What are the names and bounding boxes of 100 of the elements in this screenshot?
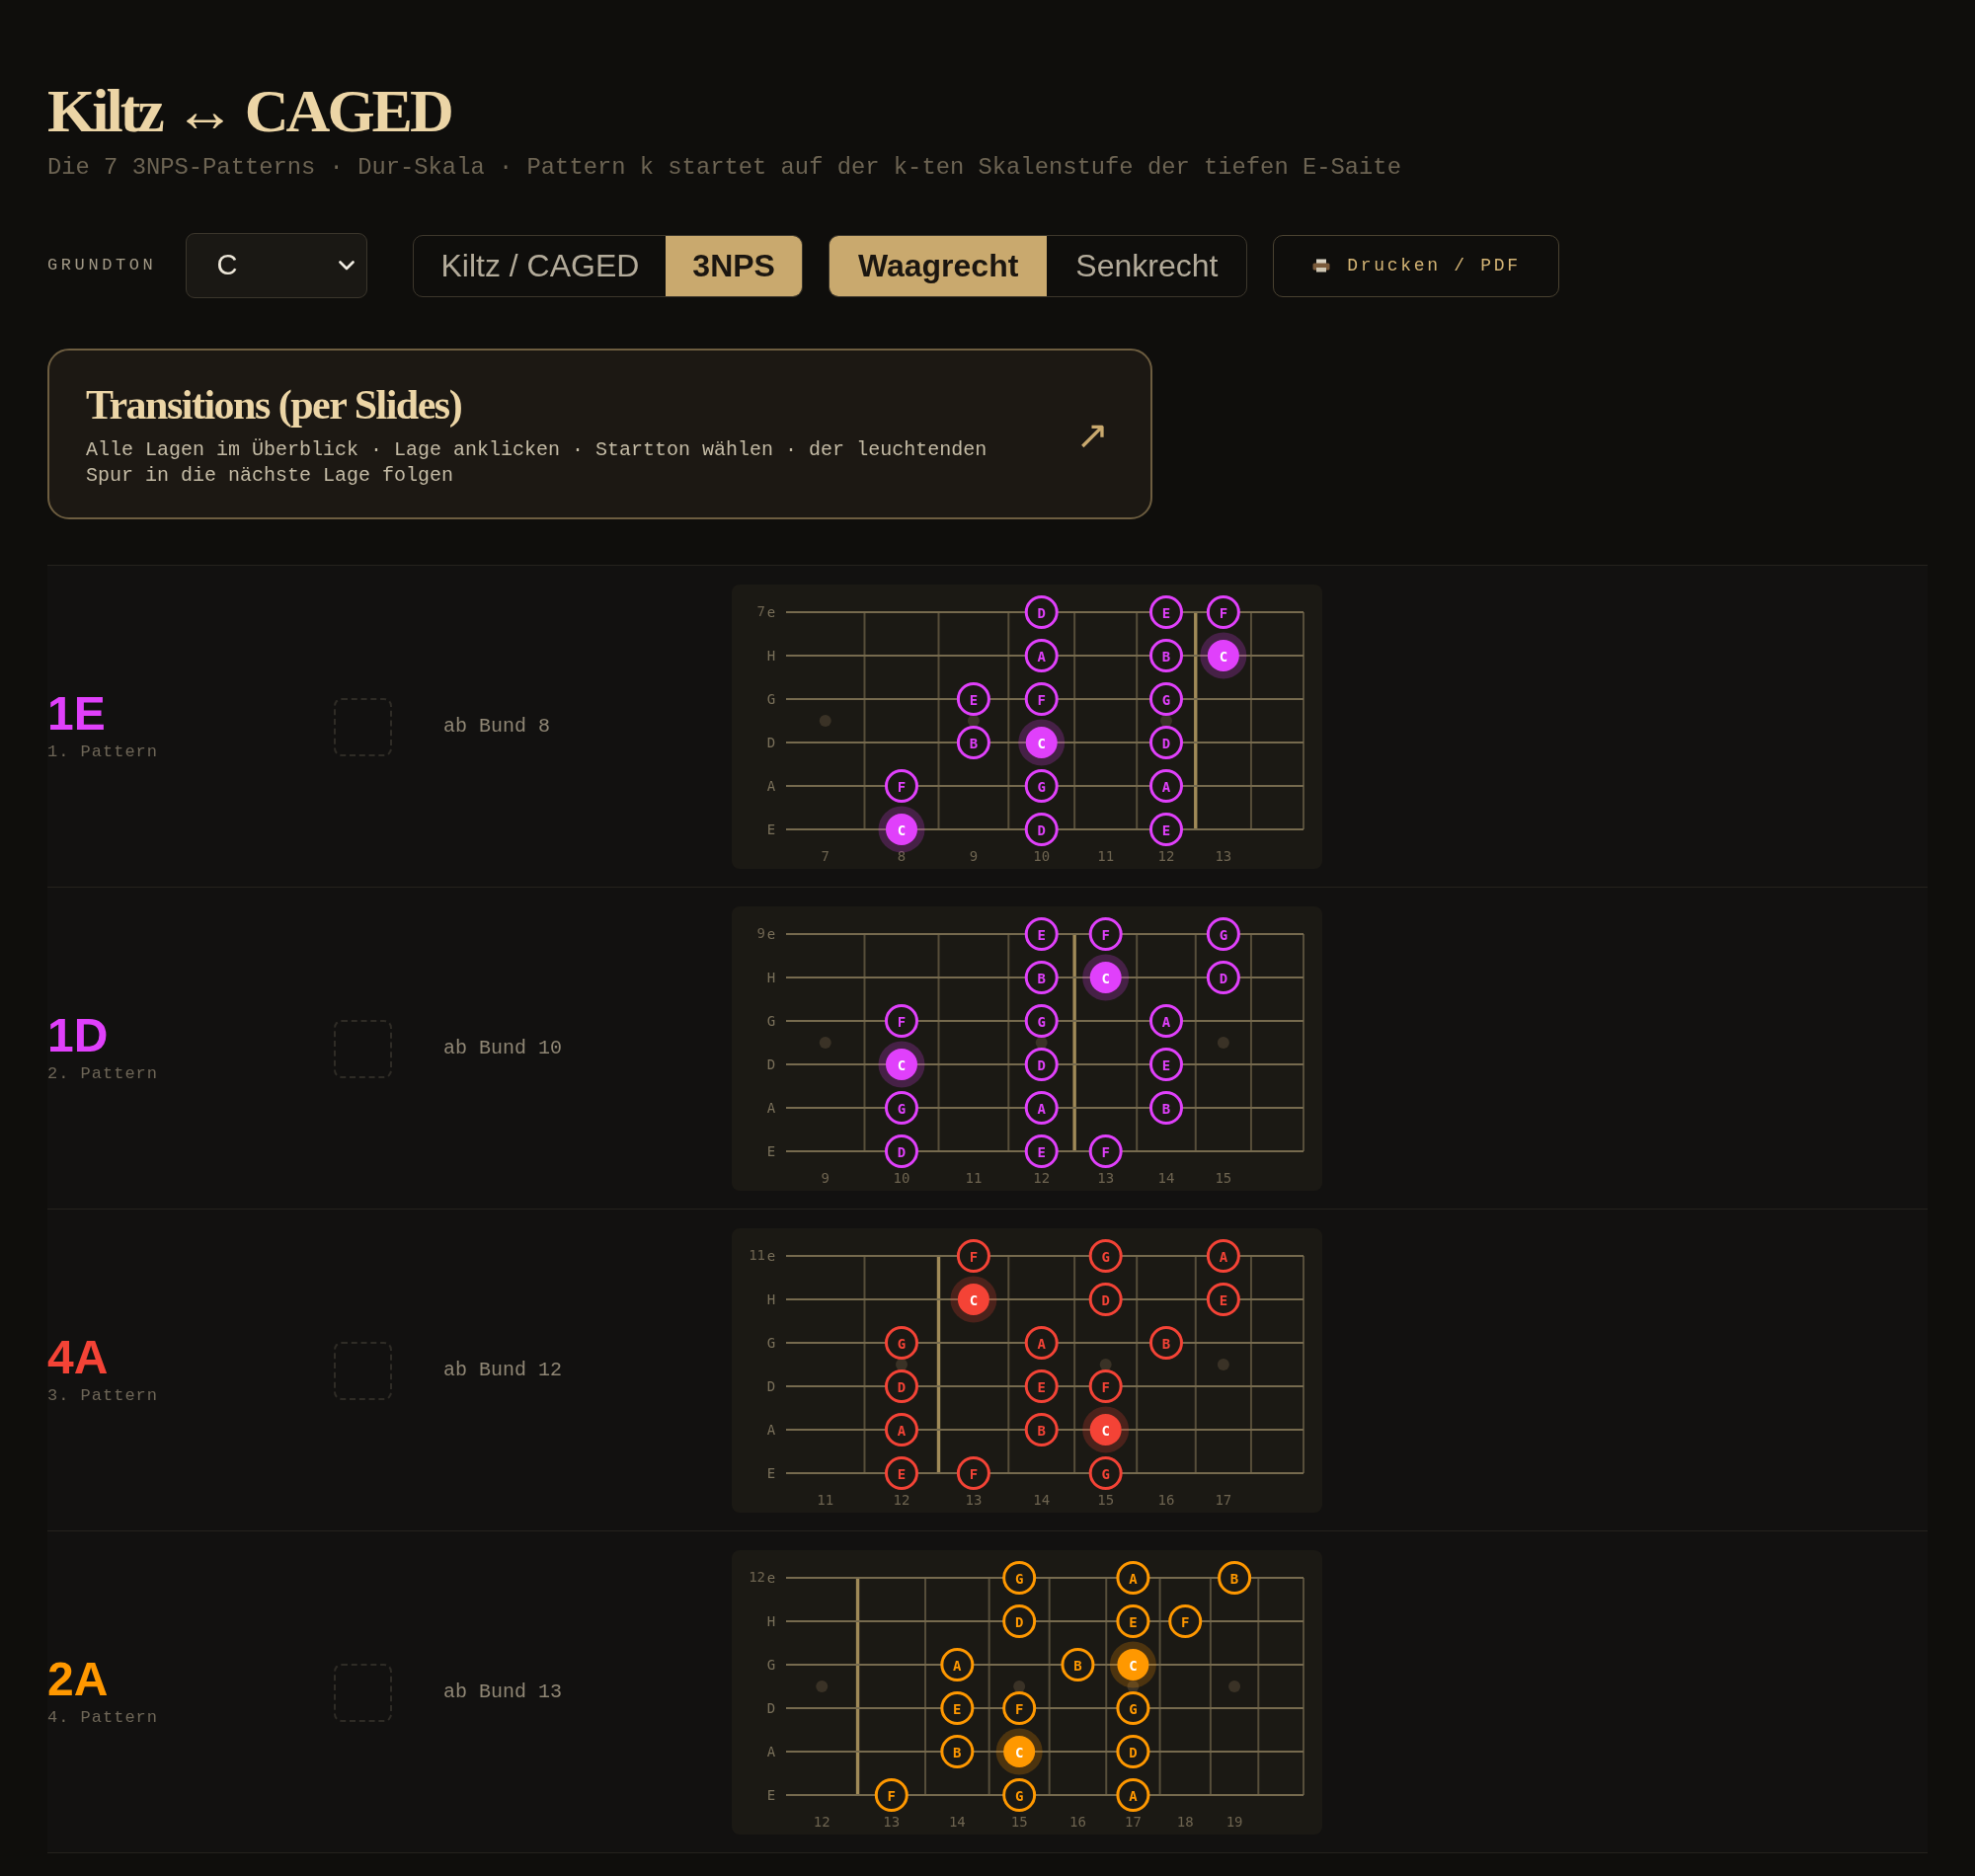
note-marker: A xyxy=(885,1413,918,1446)
empty-slot xyxy=(334,1341,392,1400)
string-label: e xyxy=(766,926,776,942)
note-marker: C xyxy=(878,1041,925,1088)
fret-number: 14 xyxy=(1033,1492,1051,1508)
pattern-number: 2. Pattern xyxy=(47,1063,159,1085)
start-fret-number: 9 xyxy=(756,925,765,941)
string-label: E xyxy=(766,1465,776,1481)
note-marker: E xyxy=(1116,1604,1150,1638)
empty-slot xyxy=(334,1019,392,1078)
note-marker: G xyxy=(885,1326,918,1360)
note-marker: G xyxy=(1088,1456,1123,1490)
fret-number: 10 xyxy=(1033,848,1051,864)
string-label: D xyxy=(766,735,776,750)
string-label: e xyxy=(766,1248,776,1264)
string-label: G xyxy=(766,1335,776,1351)
fret-number: 14 xyxy=(948,1814,966,1830)
note-marker: E xyxy=(1149,1048,1183,1081)
string-label: D xyxy=(766,1378,776,1394)
string-label: H xyxy=(766,1613,776,1629)
fret-number: 13 xyxy=(965,1492,983,1508)
empty-slot xyxy=(334,697,392,756)
note-marker: F xyxy=(1168,1604,1203,1638)
note-marker: F xyxy=(874,1778,908,1812)
fret-number: 13 xyxy=(883,1814,901,1830)
note-marker: F xyxy=(1206,595,1240,629)
toggle-button[interactable]: Kiltz / CAGED xyxy=(414,235,667,296)
page-title: Kiltz ↔ CAGED xyxy=(47,77,451,144)
pattern-name: 2A xyxy=(47,1656,109,1703)
print-button[interactable]: Drucken / PDF xyxy=(1273,234,1560,297)
toggle-button[interactable]: Waagrecht xyxy=(829,235,1048,296)
fret-number: 9 xyxy=(969,848,979,864)
chevron-down-icon xyxy=(339,261,356,271)
note-marker: E xyxy=(956,682,990,716)
fret-number: 13 xyxy=(1215,848,1232,864)
fret-number: 11 xyxy=(817,1492,834,1508)
fret-number: 19 xyxy=(1225,1814,1243,1830)
string-label: G xyxy=(766,691,776,707)
note-marker: A xyxy=(1149,769,1183,803)
note-marker: G xyxy=(1002,1561,1037,1595)
note-marker: D xyxy=(1024,813,1059,846)
note-marker: A xyxy=(1116,1778,1150,1812)
note-marker: C xyxy=(1018,719,1066,766)
note-marker: F xyxy=(1088,1134,1123,1168)
string-label: E xyxy=(766,1787,776,1803)
fret-number: 16 xyxy=(1069,1814,1086,1830)
note-marker: D xyxy=(1024,1048,1059,1081)
note-marker: G xyxy=(1002,1778,1037,1812)
fret-number: 12 xyxy=(893,1492,910,1508)
string-label: H xyxy=(766,1291,776,1307)
start-fret-number: 7 xyxy=(756,603,765,619)
pattern-number: 3. Pattern xyxy=(47,1385,159,1407)
note-marker: F xyxy=(956,1456,990,1490)
fret-number: 12 xyxy=(813,1814,830,1830)
fret-number: 15 xyxy=(1010,1814,1028,1830)
toggle-button[interactable]: 3NPS xyxy=(666,235,802,296)
note-marker: A xyxy=(1024,639,1059,672)
note-marker: F xyxy=(956,1239,990,1273)
note-marker: G xyxy=(1206,917,1240,951)
note-marker: F xyxy=(1088,917,1123,951)
start-fret-text: ab Bund 8 xyxy=(443,715,551,738)
note-marker: F xyxy=(885,769,918,803)
note-marker: E xyxy=(1149,595,1183,629)
fret-number: 11 xyxy=(965,1170,983,1186)
start-fret-number: 12 xyxy=(749,1569,765,1585)
note-marker: F xyxy=(1024,682,1059,716)
note-marker: G xyxy=(1149,682,1183,716)
transitions-card[interactable]: Transitions (per Slides) Alle Lagen im Überblick · Lage anklicken · Startton wählen · der leuchtenden Spur in die nächste Lage folgen ↗ xyxy=(47,349,1152,519)
fret-number: 7 xyxy=(821,848,830,864)
note-marker: E xyxy=(1024,917,1059,951)
string-label: A xyxy=(766,1422,776,1438)
note-marker: B xyxy=(1149,639,1183,672)
note-marker: E xyxy=(885,1456,918,1490)
note-marker: G xyxy=(885,1091,918,1125)
note-marker: A xyxy=(940,1648,975,1681)
string-label: A xyxy=(766,778,776,794)
string-label: G xyxy=(766,1013,776,1029)
note-marker: B xyxy=(1149,1326,1183,1360)
root-note-dropdown[interactable]: C xyxy=(186,233,368,298)
pattern-number: 4. Pattern xyxy=(47,1707,159,1729)
fret-number: 10 xyxy=(893,1170,910,1186)
toggle-button[interactable]: Senkrecht xyxy=(1047,235,1247,296)
note-marker: B xyxy=(956,726,990,759)
note-marker: C xyxy=(1200,632,1247,679)
root-note-label: GRUNDTON xyxy=(47,255,157,277)
note-marker: G xyxy=(1088,1239,1123,1273)
card-title: Transitions (per Slides) xyxy=(86,381,462,430)
note-marker: E xyxy=(940,1691,975,1725)
note-marker: E xyxy=(1024,1134,1059,1168)
note-marker: D xyxy=(885,1134,918,1168)
fret-number: 11 xyxy=(1097,848,1115,864)
note-marker: D xyxy=(1088,1283,1123,1316)
string-label: D xyxy=(766,1056,776,1072)
fret-number: 17 xyxy=(1215,1492,1232,1508)
note-marker: C xyxy=(995,1728,1043,1775)
note-marker: E xyxy=(1024,1369,1059,1403)
note-marker: B xyxy=(1149,1091,1183,1125)
pattern-name: 4A xyxy=(47,1334,109,1381)
note-marker: A xyxy=(1149,1004,1183,1038)
pattern-number: 1. Pattern xyxy=(47,742,159,763)
